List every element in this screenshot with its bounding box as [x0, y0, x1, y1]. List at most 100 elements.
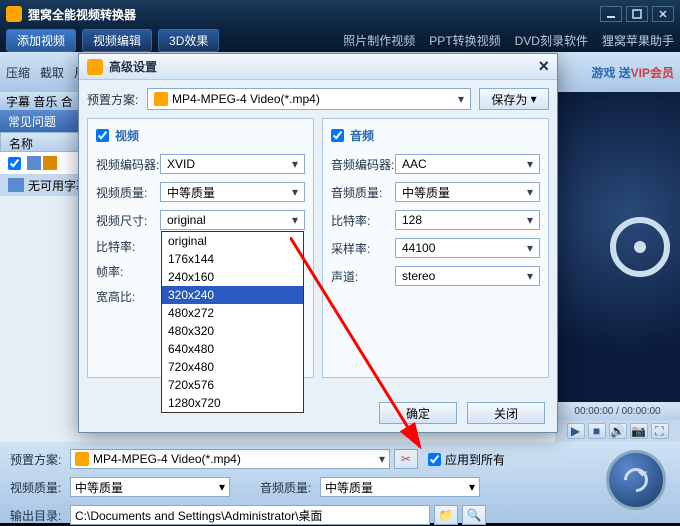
browse-button[interactable]: 📁: [434, 505, 458, 525]
compress-tool[interactable]: 压缩: [6, 64, 30, 81]
audio-panel: 音频 音频编码器: AAC ▾ 音频质量: 中等质量 ▾: [322, 118, 549, 378]
crop-tool[interactable]: 截取: [40, 64, 64, 81]
snapshot-button[interactable]: 📷: [630, 423, 648, 439]
dvd-link[interactable]: DVD刻录软件: [515, 32, 588, 49]
audio-bitrate-value: 128: [402, 213, 527, 227]
audio-channel-field[interactable]: stereo ▾: [395, 266, 540, 286]
video-quality-field[interactable]: 中等质量 ▾: [70, 477, 230, 497]
chevron-down-icon[interactable]: ▾: [469, 480, 475, 494]
audio-bitrate-field[interactable]: 128 ▾: [395, 210, 540, 230]
video-enable-checkbox[interactable]: [96, 129, 109, 142]
video-quality-label: 视频质量:: [96, 184, 160, 201]
audio-quality-field[interactable]: 中等质量 ▾: [320, 477, 480, 497]
row-checkbox[interactable]: [8, 157, 21, 170]
video-encoder-value: XVID: [167, 157, 292, 171]
dialog-close-button[interactable]: ×: [538, 56, 549, 77]
minimize-button[interactable]: [600, 6, 622, 22]
size-option[interactable]: original: [162, 232, 303, 250]
size-option[interactable]: 720x576: [162, 376, 303, 394]
audio-sample-field[interactable]: 44100 ▾: [395, 238, 540, 258]
preview-video: [555, 92, 680, 402]
video-encoder-label: 视频编码器:: [96, 156, 160, 173]
video-quality-field[interactable]: 中等质量 ▾: [160, 182, 305, 202]
format-icon: [75, 452, 89, 466]
dialog-titlebar: 高级设置 ×: [79, 54, 557, 80]
close-button[interactable]: [652, 6, 674, 22]
bottom-panel: 预置方案: MP4-MPEG-4 Video(*.mp4) ▾ ✂ 应用到所有 …: [0, 442, 680, 523]
chevron-down-icon[interactable]: ▾: [527, 157, 533, 171]
preview-pane: 00:00:00 / 00:00:00 ▶ ■ 🔊 📷 ⛶: [555, 92, 680, 442]
audio-encoder-value: AAC: [402, 157, 527, 171]
preset-value: MP4-MPEG-4 Video(*.mp4): [93, 452, 379, 466]
size-option[interactable]: 640x480: [162, 340, 303, 358]
chevron-down-icon[interactable]: ▾: [527, 213, 533, 227]
advanced-settings-button[interactable]: ✂: [394, 449, 418, 469]
modal-preset-field[interactable]: MP4-MPEG-4 Video(*.mp4) ▾: [147, 88, 471, 110]
three-d-button[interactable]: 3D效果: [158, 29, 219, 52]
fullscreen-button[interactable]: ⛶: [651, 423, 669, 439]
size-option[interactable]: 1280x720: [162, 394, 303, 412]
video-size-label: 视频尺寸:: [96, 212, 160, 229]
size-option[interactable]: 720x480: [162, 358, 303, 376]
audio-quality-value: 中等质量: [325, 479, 469, 496]
audio-encoder-field[interactable]: AAC ▾: [395, 154, 540, 174]
audio-sample-value: 44100: [402, 241, 527, 255]
edit-video-button[interactable]: 视频编辑: [82, 29, 152, 52]
size-option[interactable]: 480x272: [162, 304, 303, 322]
promo-text[interactable]: 游戏 送VIP会员: [591, 64, 674, 81]
preset-label: 预置方案:: [10, 451, 70, 468]
chevron-down-icon[interactable]: ▾: [527, 241, 533, 255]
volume-button[interactable]: 🔊: [609, 423, 627, 439]
size-option[interactable]: 320x240: [162, 286, 303, 304]
apple-link[interactable]: 狸窝苹果助手: [602, 32, 674, 49]
chevron-down-icon[interactable]: ▾: [292, 157, 298, 171]
merge-tool[interactable]: 合: [61, 93, 73, 110]
chevron-down-icon[interactable]: ▾: [458, 92, 464, 106]
maximize-button[interactable]: [626, 6, 648, 22]
video-size-dropdown[interactable]: original176x144240x160320x240480x272480x…: [161, 231, 304, 413]
chevron-down-icon[interactable]: ▾: [219, 480, 225, 494]
size-option[interactable]: 240x160: [162, 268, 303, 286]
video-panel-title: 视频: [115, 127, 139, 144]
output-dir-field[interactable]: C:\Documents and Settings\Administrator\…: [70, 505, 430, 525]
chevron-down-icon[interactable]: ▾: [527, 269, 533, 283]
ok-button[interactable]: 确定: [379, 402, 457, 424]
modal-preset-value: MP4-MPEG-4 Video(*.mp4): [172, 92, 458, 106]
apply-all-checkbox[interactable]: 应用到所有: [428, 451, 505, 468]
photo-link[interactable]: 照片制作视频: [343, 32, 415, 49]
file-icon: [43, 156, 57, 170]
size-option[interactable]: 480x320: [162, 322, 303, 340]
video-fps-label: 帧率:: [96, 263, 160, 280]
video-panel: 视频 视频编码器: XVID ▾ 视频质量: 中等质量 ▾: [87, 118, 314, 378]
subtitle-tool[interactable]: 字幕: [6, 93, 30, 110]
video-size-value: original: [167, 213, 292, 227]
audio-quality-label: 音频质量:: [260, 479, 320, 496]
size-option[interactable]: 176x144: [162, 250, 303, 268]
ppt-link[interactable]: PPT转换视频: [429, 32, 500, 49]
film-reel-icon: [610, 217, 670, 277]
cancel-button[interactable]: 关闭: [467, 402, 545, 424]
chevron-down-icon[interactable]: ▾: [379, 452, 385, 466]
audio-quality-field[interactable]: 中等质量 ▾: [395, 182, 540, 202]
chevron-down-icon[interactable]: ▾: [292, 213, 298, 227]
play-button[interactable]: ▶: [567, 423, 585, 439]
output-dir-value: C:\Documents and Settings\Administrator\…: [75, 507, 425, 524]
video-size-field[interactable]: original ▾ original176x144240x160320x240…: [160, 210, 305, 230]
save-as-button[interactable]: 保存为 ▾: [479, 88, 549, 110]
apply-all-label: 应用到所有: [445, 451, 505, 468]
player-controls: ▶ ■ 🔊 📷 ⛶: [555, 420, 680, 442]
open-folder-button[interactable]: 🔍: [462, 505, 486, 525]
audio-enable-checkbox[interactable]: [331, 129, 344, 142]
video-aspect-label: 宽高比:: [96, 288, 160, 305]
apply-all-input[interactable]: [428, 453, 441, 466]
chevron-down-icon[interactable]: ▾: [527, 185, 533, 199]
preset-field[interactable]: MP4-MPEG-4 Video(*.mp4) ▾: [70, 449, 390, 469]
video-encoder-field[interactable]: XVID ▾: [160, 154, 305, 174]
convert-button[interactable]: [606, 450, 666, 510]
audio-quality-label: 音频质量:: [331, 184, 395, 201]
music-tool[interactable]: 音乐: [33, 93, 57, 110]
stop-button[interactable]: ■: [588, 423, 606, 439]
chevron-down-icon[interactable]: ▾: [292, 185, 298, 199]
format-icon: [154, 92, 168, 106]
add-video-button[interactable]: 添加视频: [6, 29, 76, 52]
